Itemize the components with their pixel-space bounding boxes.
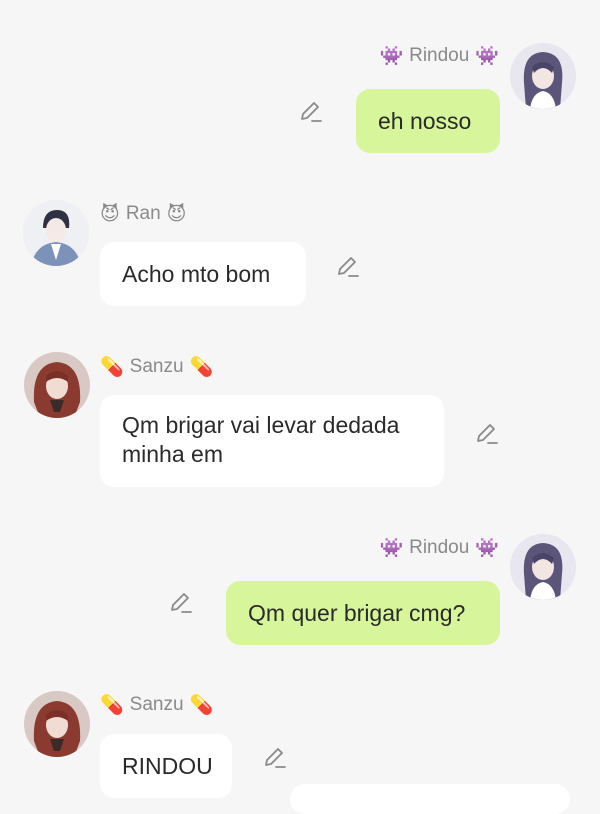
edit-pencil-icon[interactable] [262,745,288,771]
pill-emoji-icon: 💊 [189,356,214,378]
pill-emoji-icon: 💊 [100,694,124,716]
sender-name-rindou: 👾 Rindou 👾 [379,535,499,561]
pill-emoji-icon: 💊 [189,694,214,716]
alien-emoji-icon: 👾 [475,45,499,67]
sender-name-label: Rindou [409,45,470,66]
sender-name-label: Ran [125,203,161,224]
edit-pencil-icon[interactable] [474,421,500,447]
avatar-sanzu[interactable] [24,691,90,757]
edit-pencil-icon[interactable] [168,590,194,616]
edit-pencil-icon[interactable] [335,254,361,280]
message-bubble-outgoing[interactable]: eh nosso [356,89,500,153]
avatar-rindou[interactable] [510,534,576,600]
message-bubble-incoming[interactable]: Acho mto bom [100,242,306,306]
sender-name-label: Rindou [409,537,470,558]
alien-emoji-icon: 👾 [475,537,499,559]
message-bubble-partial[interactable] [290,784,570,814]
sender-name-label: Sanzu [129,356,184,377]
message-bubble-outgoing[interactable]: Qm quer brigar cmg? [226,581,500,645]
devil-emoji-icon: 😈 [166,203,187,225]
sender-name-sanzu: 💊 Sanzu 💊 [100,354,213,380]
sender-name-sanzu: 💊 Sanzu 💊 [100,692,213,718]
sender-name-rindou: 👾 Rindou 👾 [379,43,499,69]
alien-emoji-icon: 👾 [379,45,404,67]
message-bubble-incoming[interactable]: Qm brigar vai levar dedada minha em [100,395,444,487]
avatar-ran[interactable] [23,200,89,266]
message-bubble-incoming[interactable]: RINDOU [100,734,232,798]
alien-emoji-icon: 👾 [379,537,404,559]
pill-emoji-icon: 💊 [100,356,124,378]
sender-name-label: Sanzu [129,694,184,715]
devil-emoji-icon: 😈 [100,203,120,225]
edit-pencil-icon[interactable] [298,99,324,125]
sender-name-ran: 😈 Ran 😈 [100,201,186,227]
avatar-rindou[interactable] [510,43,576,109]
avatar-sanzu[interactable] [24,352,90,418]
